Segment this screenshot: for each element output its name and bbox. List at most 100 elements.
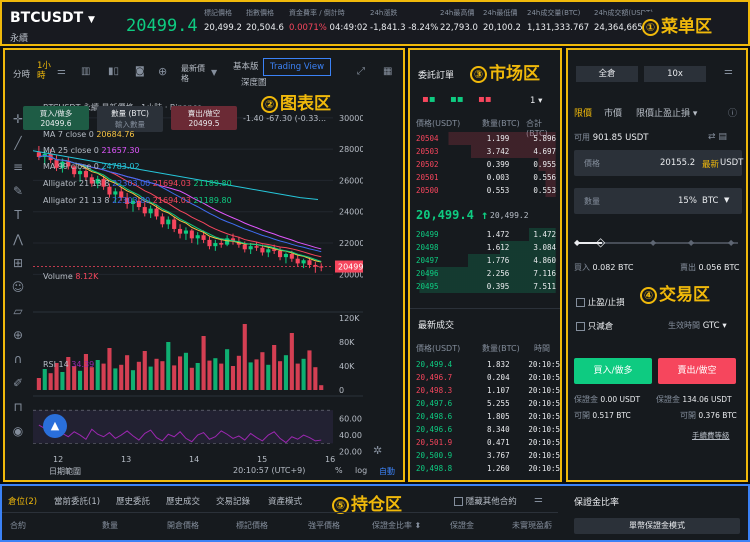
- slider-dot-100[interactable]: ◆: [728, 238, 734, 247]
- log-toggle[interactable]: log: [355, 466, 367, 475]
- tf-1h[interactable]: 1小時: [37, 61, 53, 81]
- settings-sliders-icon[interactable]: ⚌: [57, 66, 66, 77]
- bid-row[interactable]: 20495 0.395 7.511: [416, 280, 556, 293]
- slider-dot-50[interactable]: ◆: [650, 238, 656, 247]
- ask-row[interactable]: 20500 0.553 0.553: [416, 184, 556, 197]
- tab-asset-mode[interactable]: 資產模式: [268, 495, 302, 507]
- qty-cell: 1.776: [486, 256, 510, 265]
- brush-icon[interactable]: ✎: [5, 184, 31, 208]
- ruler-icon[interactable]: ▱: [5, 304, 31, 328]
- trade-row: 20,499.4 1.832 20:10:5: [416, 358, 560, 371]
- ask-row[interactable]: 20503 3.742 4.697: [416, 145, 556, 158]
- order-type-limit[interactable]: 限價: [574, 106, 592, 119]
- volume-bar: [201, 336, 206, 390]
- slider-dot-0[interactable]: ◆: [574, 238, 584, 247]
- info-icon[interactable]: ⓘ: [728, 106, 737, 119]
- lock-icon[interactable]: ⊓: [5, 400, 31, 424]
- lock-draw-icon[interactable]: ✐: [5, 376, 31, 400]
- order-type-stop-limit[interactable]: 限價止盈止損 ▾: [636, 106, 697, 119]
- ask-row[interactable]: 20502 0.399 0.955: [416, 158, 556, 171]
- margin-mode-button[interactable]: 全倉: [576, 66, 638, 82]
- quick-sell-button[interactable]: 賣出/做空 20499.5: [171, 106, 237, 130]
- candle-body: [148, 208, 153, 214]
- view-basic[interactable]: 基本版: [233, 60, 259, 72]
- percent-toggle[interactable]: %: [335, 466, 343, 475]
- candle-body: [183, 230, 188, 234]
- positions-panel: 倉位(2) 當前委託(1) 歷史委託 歷史成交 交易記錄 資產模式 ⑤ 持仓区 隱…: [0, 484, 750, 542]
- quantity-input[interactable]: 數量 15% BTC ▼: [574, 188, 742, 214]
- emoji-icon[interactable]: ☺: [5, 280, 31, 304]
- measure-icon[interactable]: ⊞: [5, 256, 31, 280]
- date-range-button[interactable]: 日期範圍: [49, 466, 81, 477]
- candle-body: [295, 258, 300, 264]
- layout-asks-icon[interactable]: ▪▪: [478, 94, 492, 105]
- sell-short-button[interactable]: 賣出/做空: [658, 358, 736, 384]
- slider-dot-75[interactable]: ◆: [688, 238, 694, 247]
- sell-max-qty: 賣出 0.056 BTC: [680, 263, 740, 272]
- layout-both-icon[interactable]: ▪▪: [422, 94, 436, 105]
- col-margin-ratio[interactable]: 保證金比率 ⬍: [372, 520, 421, 531]
- price-input[interactable]: 價格 20155.2 最新 USDT: [574, 150, 743, 176]
- trades-table: 20,499.4 1.832 20:10:5 20,496.7 0.204 20:10:5…: [416, 358, 560, 475]
- time-cell: 20:10:5: [528, 464, 560, 473]
- grid-icon[interactable]: ▦: [383, 66, 392, 77]
- quick-buy-button[interactable]: 買入/做多 20499.6: [23, 106, 89, 130]
- total-cell: 4.697: [533, 147, 556, 156]
- filter-icon[interactable]: ⚌: [534, 494, 543, 505]
- zoom-icon[interactable]: ⊕: [5, 328, 31, 352]
- tab-positions[interactable]: 倉位(2): [8, 495, 37, 507]
- view-depth[interactable]: 深度圖: [241, 76, 267, 88]
- single-margin-mode-button[interactable]: 單幣保證金模式: [574, 518, 740, 534]
- pattern-icon[interactable]: ⋀: [5, 232, 31, 256]
- trade-row: 20,496.6 8.340 20:10:5: [416, 423, 560, 436]
- expand-icon[interactable]: ⤢: [357, 66, 365, 77]
- text-icon[interactable]: T: [5, 208, 31, 232]
- depth-select[interactable]: 1 ▾: [530, 96, 542, 106]
- tpsl-checkbox[interactable]: 止盈/止損: [576, 296, 625, 308]
- transfer-icon[interactable]: ⇄ ▤: [708, 132, 727, 142]
- leverage-button[interactable]: 10x: [644, 66, 706, 82]
- view-tradingview[interactable]: Trading View: [263, 58, 332, 76]
- eye-icon[interactable]: ◉: [5, 424, 31, 448]
- time-cell: 20:10:5: [528, 399, 560, 408]
- tab-transactions[interactable]: 交易記錄: [216, 495, 250, 507]
- calculator-icon[interactable]: ⚌: [724, 66, 733, 77]
- quick-qty-input[interactable]: 數量 (BTC) 輸入數量: [97, 106, 163, 132]
- candle-type-icon[interactable]: ▮▯: [108, 66, 119, 77]
- reduce-only-checkbox[interactable]: 只減倉: [576, 320, 613, 332]
- tab-order-history[interactable]: 歷史委託: [116, 495, 150, 507]
- bid-row[interactable]: 20496 2.256 7.116: [416, 267, 556, 280]
- camera-icon[interactable]: ◙: [135, 66, 145, 77]
- bar-type-icon[interactable]: ▥: [81, 66, 90, 77]
- qty-cell: 1.612: [486, 243, 510, 252]
- ask-row[interactable]: 20504 1.199 5.896: [416, 132, 556, 145]
- bid-row[interactable]: 20499 1.472 1.472: [416, 228, 556, 241]
- bid-row[interactable]: 20497 1.776 4.860: [416, 254, 556, 267]
- tab-trade-history[interactable]: 歷史成交: [166, 495, 200, 507]
- price-cell: 20,498.6: [416, 412, 453, 421]
- latest-price-toggle[interactable]: 最新價格: [181, 64, 207, 84]
- chart-settings-icon[interactable]: ✲: [373, 444, 382, 457]
- volume-bar: [230, 366, 236, 390]
- time-in-force-select[interactable]: 生效時間 GTC ▾: [668, 320, 727, 331]
- bid-row[interactable]: 20498 1.612 3.084: [416, 241, 556, 254]
- trend-line-icon[interactable]: ╱: [5, 136, 31, 160]
- fee-level-link[interactable]: 手續費等級: [692, 430, 730, 441]
- tf-tick[interactable]: 分時: [13, 68, 30, 80]
- volume-tick: 80K: [339, 338, 355, 347]
- tab-open-orders[interactable]: 當前委託(1): [54, 495, 100, 507]
- buy-long-button[interactable]: 買入/做多: [574, 358, 652, 384]
- add-indicator-icon[interactable]: ⊕: [158, 65, 167, 78]
- fib-icon[interactable]: ≡: [5, 160, 31, 184]
- magnet-icon[interactable]: ∩: [5, 352, 31, 376]
- order-type-market[interactable]: 市價: [604, 106, 622, 119]
- auto-toggle[interactable]: 自動: [379, 466, 395, 477]
- slider-handle[interactable]: ◇: [596, 235, 605, 249]
- symbol-selector[interactable]: BTCUSDT ▼: [10, 10, 95, 26]
- qty-cell: 0.471: [487, 438, 510, 447]
- layout-bids-icon[interactable]: ▪▪: [450, 94, 464, 105]
- ask-row[interactable]: 20501 0.003 0.556: [416, 171, 556, 184]
- qty-cell: 1.472: [486, 230, 510, 239]
- x-tick: 12: [53, 455, 63, 464]
- hide-other-checkbox[interactable]: 隱藏其他合約: [454, 495, 517, 507]
